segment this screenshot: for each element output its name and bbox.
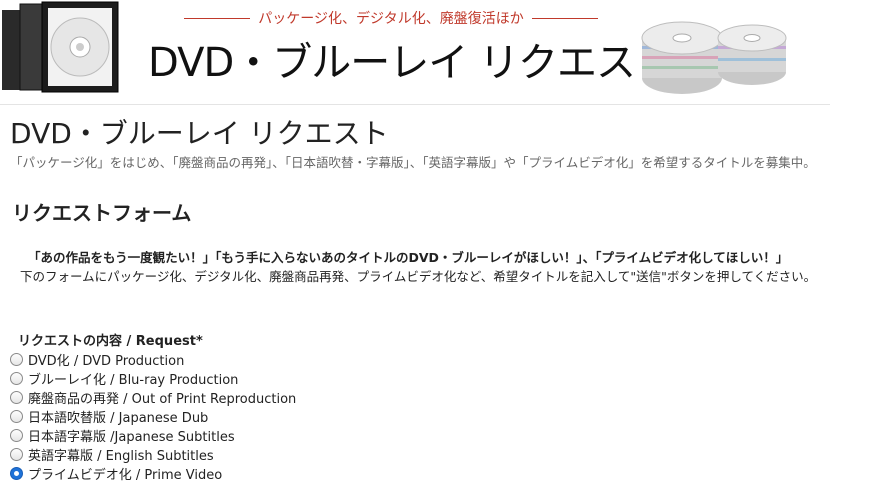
banner-tagline: パッケージ化、デジタル化、廃盤復活ほか [258,11,524,27]
request-option-japanese-subtitles[interactable]: 日本語字幕版 /Japanese Subtitles [10,426,296,445]
banner-title: DVD・ブルーレイ リクエスト [148,40,675,86]
radio-japanese-dub[interactable] [10,410,23,423]
request-option-japanese-dub[interactable]: 日本語吹替版 / Japanese Dub [10,407,296,426]
tagline-left-rule [184,17,251,19]
page-intro: 「パッケージ化」をはじめ、「廃盤商品の再発」、「日本語吹替・字幕版」、「英語字幕… [10,155,816,170]
tagline-right-rule [531,17,599,19]
option-label: 英語字幕版 / English Subtitles [28,449,214,464]
dvd-cases-image [2,1,119,93]
header-banner: パッケージ化、デジタル化、廃盤復活ほか DVD・ブルーレイ リクエスト [0,0,830,105]
banner-tagline-row: パッケージ化、デジタル化、廃盤復活ほか [184,8,599,28]
page-title: DVD・ブルーレイ リクエスト [10,117,389,150]
option-label: DVD化 / DVD Production [28,354,185,369]
radio-prime-video[interactable] [10,467,23,480]
radio-dvd[interactable] [10,353,23,366]
request-option-english-subtitles[interactable]: 英語字幕版 / English Subtitles [10,445,296,464]
option-label: 日本語字幕版 /Japanese Subtitles [28,430,235,445]
option-label: 廃盤商品の再発 / Out of Print Reproduction [28,392,297,407]
request-options: DVD化 / DVD Production ブルーレイ化 / Blu-ray P… [10,350,296,483]
request-option-dvd[interactable]: DVD化 / DVD Production [10,350,296,369]
form-lead-bold: 「あの作品をもう一度観たい！」「もう手に入らないあのタイトルのDVD・ブルーレイ… [28,250,789,265]
form-title: リクエストフォーム [12,201,192,225]
request-option-bluray[interactable]: ブルーレイ化 / Blu-ray Production [10,369,296,388]
option-label: 日本語吹替版 / Japanese Dub [28,411,209,426]
radio-reproduction[interactable] [10,391,23,404]
option-label: プライムビデオ化 / Prime Video [28,468,223,483]
request-option-prime-video[interactable]: プライムビデオ化 / Prime Video [10,464,296,483]
form-lead-text: 下のフォームにパッケージ化、デジタル化、廃盤商品再発、プライムビデオ化など、希望… [20,269,817,284]
request-option-reproduction[interactable]: 廃盤商品の再発 / Out of Print Reproduction [10,388,296,407]
option-label: ブルーレイ化 / Blu-ray Production [28,373,239,388]
radio-english-subtitles[interactable] [10,448,23,461]
disc-stacks-image [641,21,787,94]
request-field-label: リクエストの内容 / Request* [18,334,203,349]
radio-japanese-subtitles[interactable] [10,429,23,442]
radio-bluray[interactable] [10,372,23,385]
